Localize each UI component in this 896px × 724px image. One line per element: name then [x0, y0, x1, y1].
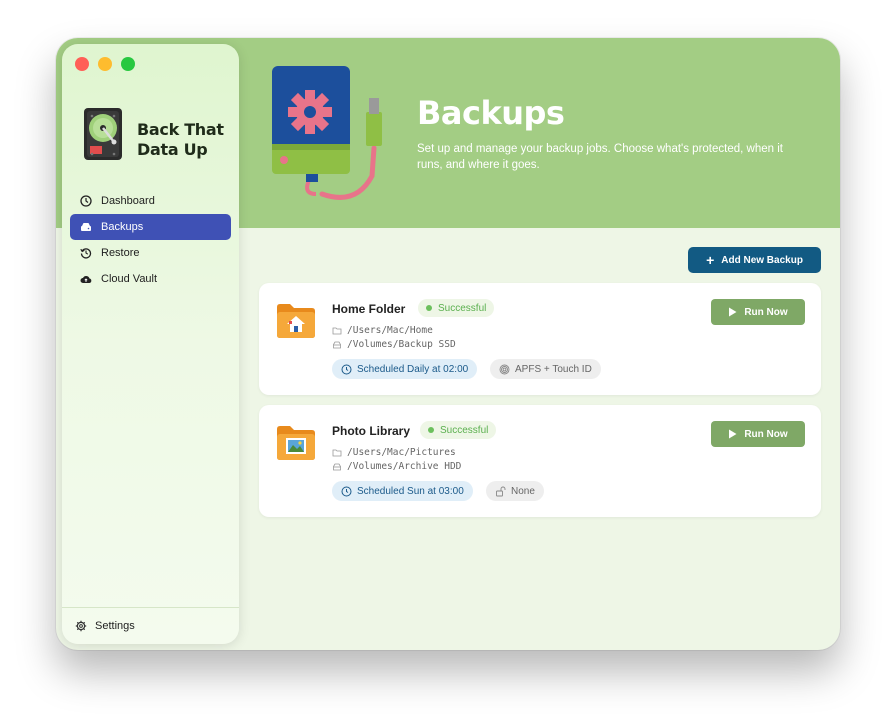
source-path-text: /Users/Mac/Pictures — [347, 447, 456, 458]
page-title: Backups — [417, 94, 565, 132]
drive-icon — [333, 341, 341, 348]
source-path: /Users/Mac/Pictures — [332, 447, 456, 458]
security-chip: None — [486, 481, 544, 501]
clock-icon — [341, 486, 352, 496]
folder-icon — [332, 449, 342, 456]
zoom-window-button[interactable] — [121, 57, 135, 71]
security-text: APFS + Touch ID — [515, 363, 592, 375]
schedule-text: Scheduled Daily at 02:00 — [357, 363, 469, 375]
schedule-chip: Scheduled Daily at 02:00 — [332, 359, 478, 379]
plus-icon: + — [706, 252, 715, 268]
source-path-text: /Users/Mac/Home — [347, 325, 433, 336]
app-name-line-1: Back That — [137, 120, 224, 139]
app-name: Back That Data Up — [137, 120, 237, 160]
destination-path-text: /Volumes/Archive HDD — [347, 461, 462, 472]
play-icon — [729, 307, 737, 317]
sidebar-item-dashboard[interactable]: Dashboard — [70, 188, 231, 214]
sidebar-item-label: Cloud Vault — [101, 273, 158, 285]
security-text: None — [511, 485, 535, 497]
backup-name: Home Folder — [332, 302, 406, 316]
sidebar-divider — [62, 607, 239, 608]
success-dot-icon — [428, 427, 434, 433]
folder-icon — [332, 327, 342, 334]
destination-path: /Volumes/Backup SSD — [332, 339, 456, 350]
sidebar-item-label: Restore — [101, 247, 140, 259]
external-drive-icon — [272, 66, 382, 200]
run-now-button[interactable]: Run Now — [711, 421, 805, 447]
home-folder-icon — [277, 304, 315, 338]
app-name-line-2: Data Up — [137, 140, 208, 159]
sidebar-item-cloud-vault[interactable]: Cloud Vault — [70, 266, 231, 292]
destination-path-text: /Volumes/Backup SSD — [347, 339, 456, 350]
unlock-icon — [496, 486, 506, 496]
source-path: /Users/Mac/Home — [332, 325, 433, 336]
sidebar-item-label: Backups — [101, 221, 144, 233]
minimize-window-button[interactable] — [98, 57, 112, 71]
photo-folder-icon — [277, 426, 315, 460]
security-chip: APFS + Touch ID — [490, 359, 601, 379]
backup-card: Home Folder Successful /Users/Mac/Home /… — [259, 283, 821, 395]
status-badge: Successful — [418, 299, 495, 317]
gear-icon — [75, 620, 87, 632]
schedule-text: Scheduled Sun at 03:00 — [357, 485, 464, 497]
restore-icon — [80, 248, 92, 259]
success-dot-icon — [426, 305, 432, 311]
drive-icon — [81, 223, 91, 231]
run-now-label: Run Now — [744, 306, 788, 318]
status-badge: Successful — [420, 421, 497, 439]
backup-name: Photo Library — [332, 424, 411, 438]
play-icon — [729, 429, 737, 439]
fingerprint-icon — [499, 364, 510, 374]
close-window-button[interactable] — [75, 57, 89, 71]
settings-label: Settings — [95, 620, 135, 632]
clock-icon — [80, 195, 92, 207]
add-new-backup-label: Add New Backup — [721, 254, 803, 266]
sidebar-item-label: Dashboard — [101, 195, 155, 207]
sidebar: Back That Data Up Dashboard Backups Rest… — [62, 44, 239, 644]
app-logo-hard-drive-icon — [84, 108, 122, 160]
run-now-button[interactable]: Run Now — [711, 299, 805, 325]
cloud-icon — [80, 276, 92, 283]
page-subtitle: Set up and manage your backup jobs. Choo… — [417, 143, 783, 171]
status-label: Successful — [440, 424, 489, 436]
destination-path: /Volumes/Archive HDD — [332, 461, 461, 472]
schedule-chip: Scheduled Sun at 03:00 — [332, 481, 473, 501]
sidebar-item-settings[interactable]: Settings — [75, 620, 135, 632]
drive-icon — [333, 463, 341, 470]
app-window: Backups Set up and manage your backup jo… — [56, 38, 840, 650]
add-new-backup-button[interactable]: + Add New Backup — [688, 247, 821, 273]
sidebar-item-restore[interactable]: Restore — [70, 240, 231, 266]
status-label: Successful — [438, 302, 487, 314]
backup-card: Photo Library Successful /Users/Mac/Pict… — [259, 405, 821, 517]
sidebar-item-backups[interactable]: Backups — [70, 214, 231, 240]
sidebar-nav: Dashboard Backups Restore Cloud Vault — [70, 188, 231, 292]
clock-icon — [341, 364, 352, 374]
run-now-label: Run Now — [744, 428, 788, 440]
